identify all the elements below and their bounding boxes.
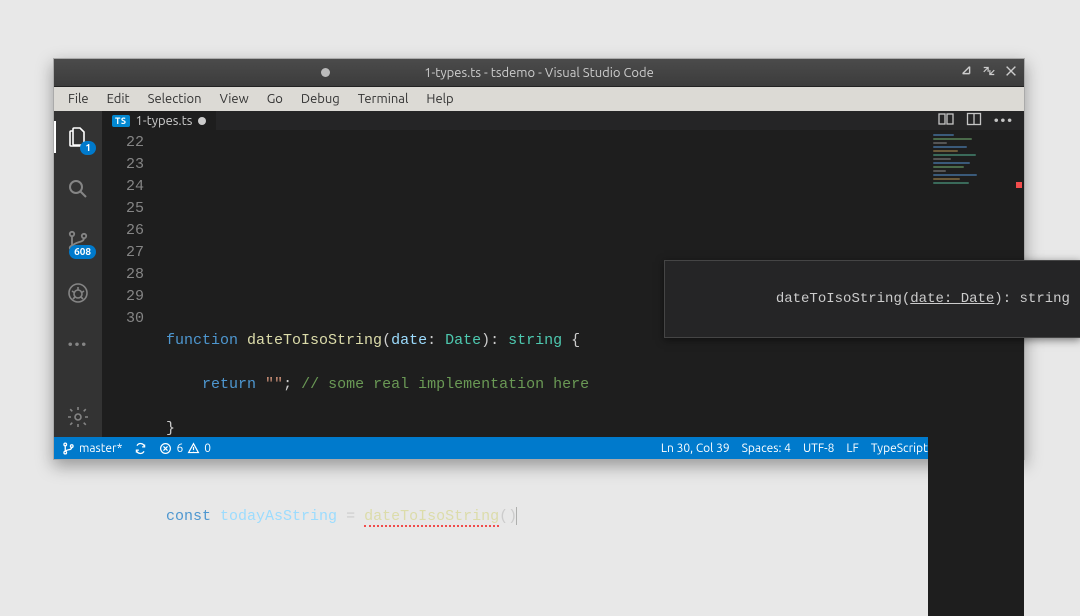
- modified-dot-icon: [321, 68, 330, 77]
- menubar: File Edit Selection View Go Debug Termin…: [54, 87, 1024, 111]
- hint-param: date: [910, 291, 944, 307]
- gear-icon: [66, 405, 90, 429]
- workbench-body: 1 608 ••• TS: [54, 111, 1024, 437]
- titlebar: 1-types.ts - tsdemo - Visual Studio Code: [54, 59, 1024, 87]
- code-line: [166, 154, 928, 176]
- activity-bar: 1 608 •••: [54, 111, 102, 437]
- ellipsis-icon: •••: [68, 338, 88, 352]
- code-line: return ""; // some real implementation h…: [166, 374, 928, 396]
- code-line: const todayAsString = dateToIsoString(): [166, 506, 928, 528]
- code-line: [166, 462, 928, 484]
- activity-settings[interactable]: [54, 397, 102, 437]
- overview-ruler[interactable]: [1010, 130, 1024, 616]
- hint-rtype: string: [1020, 291, 1070, 307]
- menu-view[interactable]: View: [212, 90, 257, 108]
- window-controls: [960, 64, 1018, 81]
- error-marker: [1016, 182, 1022, 188]
- close-icon[interactable]: [1004, 64, 1018, 81]
- menu-terminal[interactable]: Terminal: [350, 90, 417, 108]
- activity-search[interactable]: [54, 169, 102, 209]
- editor-actions: •••: [938, 111, 1024, 130]
- code-line: [166, 198, 928, 220]
- menu-file[interactable]: File: [60, 90, 97, 108]
- menu-debug[interactable]: Debug: [293, 90, 348, 108]
- menu-selection[interactable]: Selection: [140, 90, 210, 108]
- more-actions-icon[interactable]: •••: [994, 114, 1014, 128]
- maximize-icon[interactable]: [982, 64, 996, 81]
- tab-filename: 1-types.ts: [136, 114, 193, 128]
- bug-icon: [66, 281, 90, 305]
- tab-bar: TS 1-types.ts •••: [102, 111, 1024, 130]
- search-icon: [66, 177, 90, 201]
- typescript-badge-icon: TS: [112, 115, 130, 127]
- activity-explorer[interactable]: 1: [54, 117, 102, 157]
- text-cursor: [516, 507, 517, 525]
- hint-ptype: Date: [961, 291, 995, 307]
- menu-edit[interactable]: Edit: [99, 90, 138, 108]
- split-editor-icon[interactable]: [966, 111, 982, 130]
- tab-modified-icon: [198, 117, 206, 125]
- activity-more[interactable]: •••: [54, 325, 102, 365]
- editor-area: TS 1-types.ts ••• 222324252627282930 fun…: [102, 111, 1024, 437]
- activity-source-control[interactable]: 608: [54, 221, 102, 261]
- code-line: }: [166, 418, 928, 440]
- line-gutter: 222324252627282930: [102, 130, 158, 616]
- compare-changes-icon[interactable]: [938, 111, 954, 130]
- minimap[interactable]: [928, 130, 1010, 616]
- scm-badge: 608: [69, 245, 96, 259]
- hint-fn: dateToIsoString: [776, 291, 902, 307]
- activity-debug[interactable]: [54, 273, 102, 313]
- menu-go[interactable]: Go: [259, 90, 291, 108]
- menu-help[interactable]: Help: [418, 90, 461, 108]
- vscode-window: 1-types.ts - tsdemo - Visual Studio Code…: [53, 58, 1025, 460]
- signature-help-popup: dateToIsoString(date: Date): string: [664, 260, 1080, 338]
- git-branch-icon: [62, 442, 75, 455]
- tab-1-types[interactable]: TS 1-types.ts: [102, 111, 217, 130]
- code-content[interactable]: function dateToIsoString(date: Date): st…: [158, 130, 928, 616]
- minimize-icon[interactable]: [960, 64, 974, 81]
- explorer-badge: 1: [80, 141, 96, 155]
- code-editor[interactable]: 222324252627282930 function dateToIsoStr…: [102, 130, 1024, 616]
- window-title: 1-types.ts - tsdemo - Visual Studio Code: [424, 66, 654, 80]
